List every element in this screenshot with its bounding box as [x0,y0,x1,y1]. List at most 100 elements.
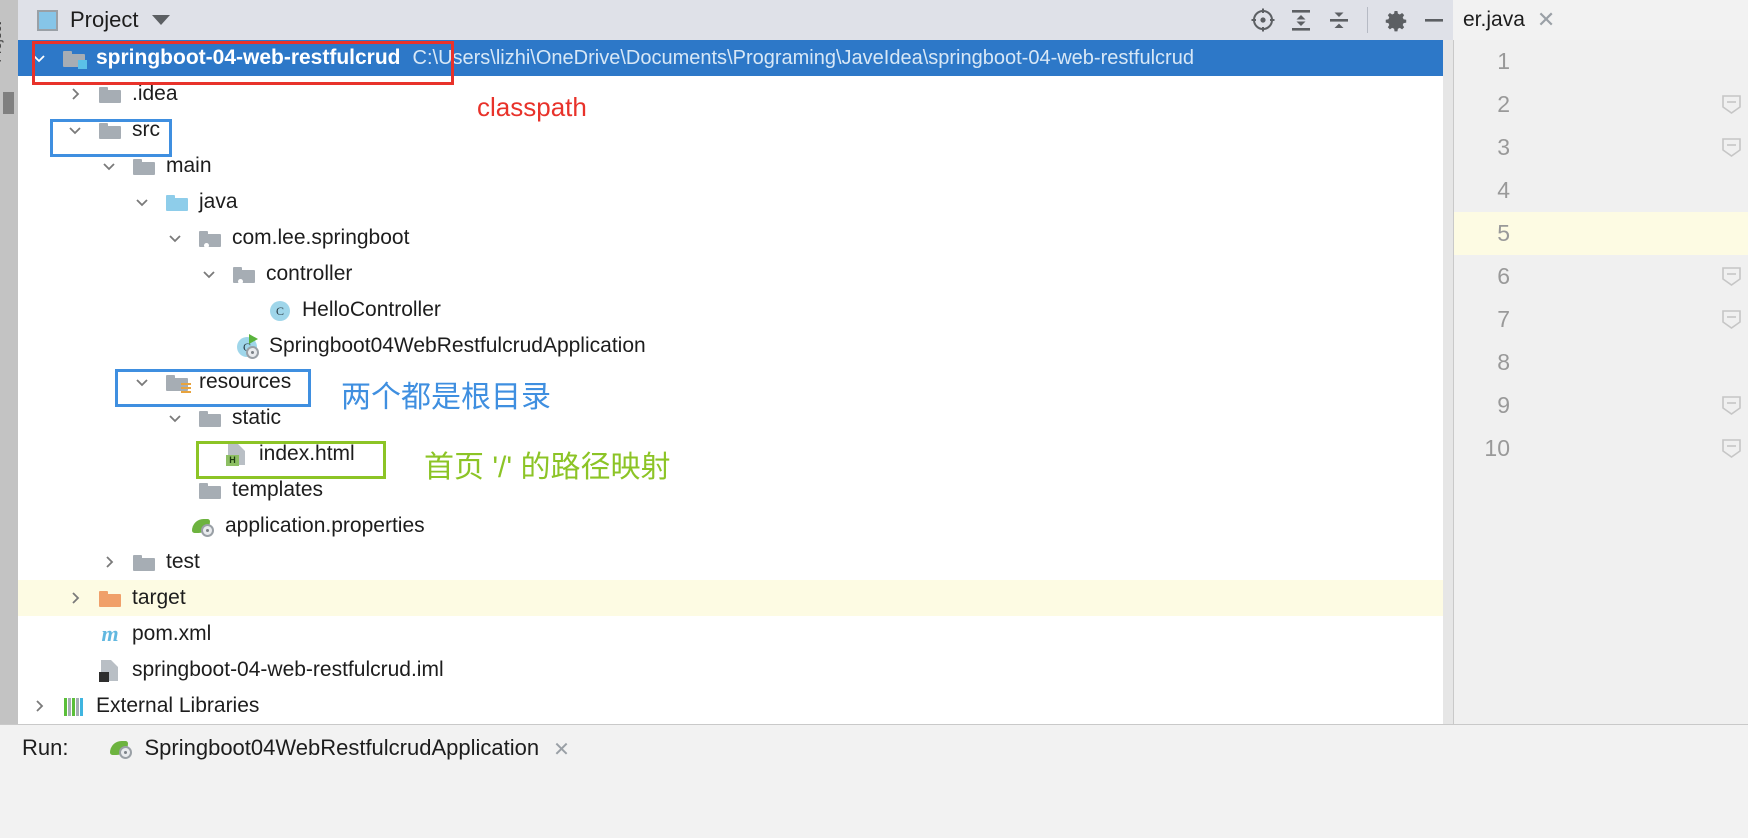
folder-icon [197,405,223,431]
folder-icon [97,117,123,143]
expand-arrow-expanded[interactable] [64,112,86,148]
close-icon[interactable]: ✕ [1537,7,1555,33]
line-number: 6 [1497,263,1510,289]
tree-row-pom-xml[interactable]: m pom.xml [18,616,1453,652]
resource-root-folder-icon [164,369,191,395]
gutter-line: 2 [1454,83,1748,126]
spring-boot-main-class-icon: C [234,333,260,359]
package-icon [231,261,257,287]
run-tool-window-header: Run: Springboot04WebRestfulcrudApplicati… [0,724,1748,838]
editor-tab-bar: er.java ✕ [1453,0,1748,40]
package-icon [197,225,223,251]
line-number: 10 [1484,435,1510,461]
close-icon[interactable]: ✕ [553,737,570,762]
line-number: 5 [1497,220,1510,246]
maven-pom-icon: m [101,621,119,646]
line-number: 8 [1497,349,1510,375]
tree-label: controller [266,262,353,285]
tree-label: target [132,586,186,609]
gutter-line: 10 [1454,427,1748,470]
tree-row-main[interactable]: main [18,148,1453,184]
tree-row-target[interactable]: target [18,580,1453,616]
tree-row-package-controller[interactable]: controller [18,256,1453,292]
java-class-icon: C [267,297,293,323]
tree-row-application-properties[interactable]: application.properties [18,508,1453,544]
tree-label: .idea [132,82,178,105]
tree-row-package-com-lee-springboot[interactable]: com.lee.springboot [18,220,1453,256]
scroll-from-source-icon[interactable] [1244,0,1282,40]
project-path: C:\Users\lizhi\OneDrive\Documents\Progra… [412,46,1194,69]
panel-title: Project [70,7,139,32]
project-tree[interactable]: springboot-04-web-restfulcrud C:\Users\l… [18,40,1453,724]
tree-row-project-root[interactable]: springboot-04-web-restfulcrud C:\Users\l… [18,40,1453,76]
collapse-all-icon[interactable] [1320,0,1358,40]
folder-icon [197,477,223,503]
run-label: Run: [22,735,69,760]
chevron-down-icon[interactable] [152,15,171,25]
code-fold-icon[interactable] [1722,267,1741,286]
tree-row-idea[interactable]: .idea [18,76,1453,112]
line-number: 7 [1497,306,1510,332]
expand-arrow-expanded[interactable] [28,40,50,76]
expand-all-icon[interactable] [1282,0,1320,40]
html-file-icon: H [224,441,250,467]
strip-handle[interactable] [3,92,14,114]
folder-icon [131,549,157,575]
expand-arrow-expanded[interactable] [98,148,120,184]
tree-row-springboot-application[interactable]: C Springboot04WebRestfulcrudApplication [18,328,1453,364]
gutter-line: 6 [1454,255,1748,298]
run-configuration-name[interactable]: Springboot04WebRestfulcrudApplication [144,735,539,761]
expand-arrow-expanded[interactable] [164,400,186,436]
tree-row-static[interactable]: static [18,400,1453,436]
editor-tab-label[interactable]: er.java [1463,8,1525,32]
code-fold-icon[interactable] [1722,396,1741,415]
expand-arrow-expanded[interactable] [164,220,186,256]
tree-row-src[interactable]: src [18,112,1453,148]
code-fold-icon[interactable] [1722,310,1741,329]
tree-row-java[interactable]: java [18,184,1453,220]
expand-arrow-collapsed[interactable] [64,76,86,112]
line-number: 3 [1497,134,1510,160]
tree-row-test[interactable]: test [18,544,1453,580]
tree-label: static [232,406,282,429]
module-file-icon [97,657,123,683]
expand-arrow-expanded[interactable] [131,184,153,220]
tree-row-templates[interactable]: templates [18,472,1453,508]
tree-label: main [166,154,212,177]
line-number: 2 [1497,91,1510,117]
folder-icon [131,153,157,179]
tree-label: templates [232,478,324,501]
settings-gear-icon[interactable] [1377,0,1415,40]
line-number: 1 [1497,48,1510,74]
gutter-line-current: 5 [1454,212,1748,255]
code-fold-icon[interactable] [1722,138,1741,157]
spring-properties-icon [190,513,216,539]
tree-row-iml-file[interactable]: springboot-04-web-restfulcrud.iml [18,652,1453,688]
editor-gutter: 1 2 3 4 5 6 7 8 9 10 [1454,40,1748,724]
tree-row-index-html[interactable]: H index.html [18,436,1453,472]
gutter-line: 9 [1454,384,1748,427]
tree-label: springboot-04-web-restfulcrud.iml [132,658,444,681]
excluded-folder-icon [97,585,123,611]
tree-label: External Libraries [96,694,260,717]
tree-label: index.html [259,442,355,465]
expand-arrow-expanded[interactable] [198,256,220,292]
tree-row-resources[interactable]: resources [18,364,1453,400]
code-fold-icon[interactable] [1722,95,1741,114]
tree-row-hello-controller[interactable]: C HelloController [18,292,1453,328]
project-toolbar: Project [18,0,1453,40]
line-number: 4 [1497,177,1510,203]
external-libraries-icon [61,693,87,719]
tree-label: test [166,550,200,573]
tree-label: application.properties [225,514,425,537]
hide-panel-icon[interactable] [1415,0,1453,40]
module-folder-icon [61,45,87,71]
left-tool-strip: Project [0,0,18,838]
expand-arrow-collapsed[interactable] [64,580,86,616]
tree-vertical-scrollbar[interactable] [1443,40,1453,724]
gutter-line: 4 [1454,169,1748,212]
expand-arrow-expanded[interactable] [131,364,153,400]
editor-area[interactable]: 1 2 3 4 5 6 7 8 9 10 [1453,40,1748,724]
expand-arrow-collapsed[interactable] [98,544,120,580]
code-fold-icon[interactable] [1722,439,1741,458]
